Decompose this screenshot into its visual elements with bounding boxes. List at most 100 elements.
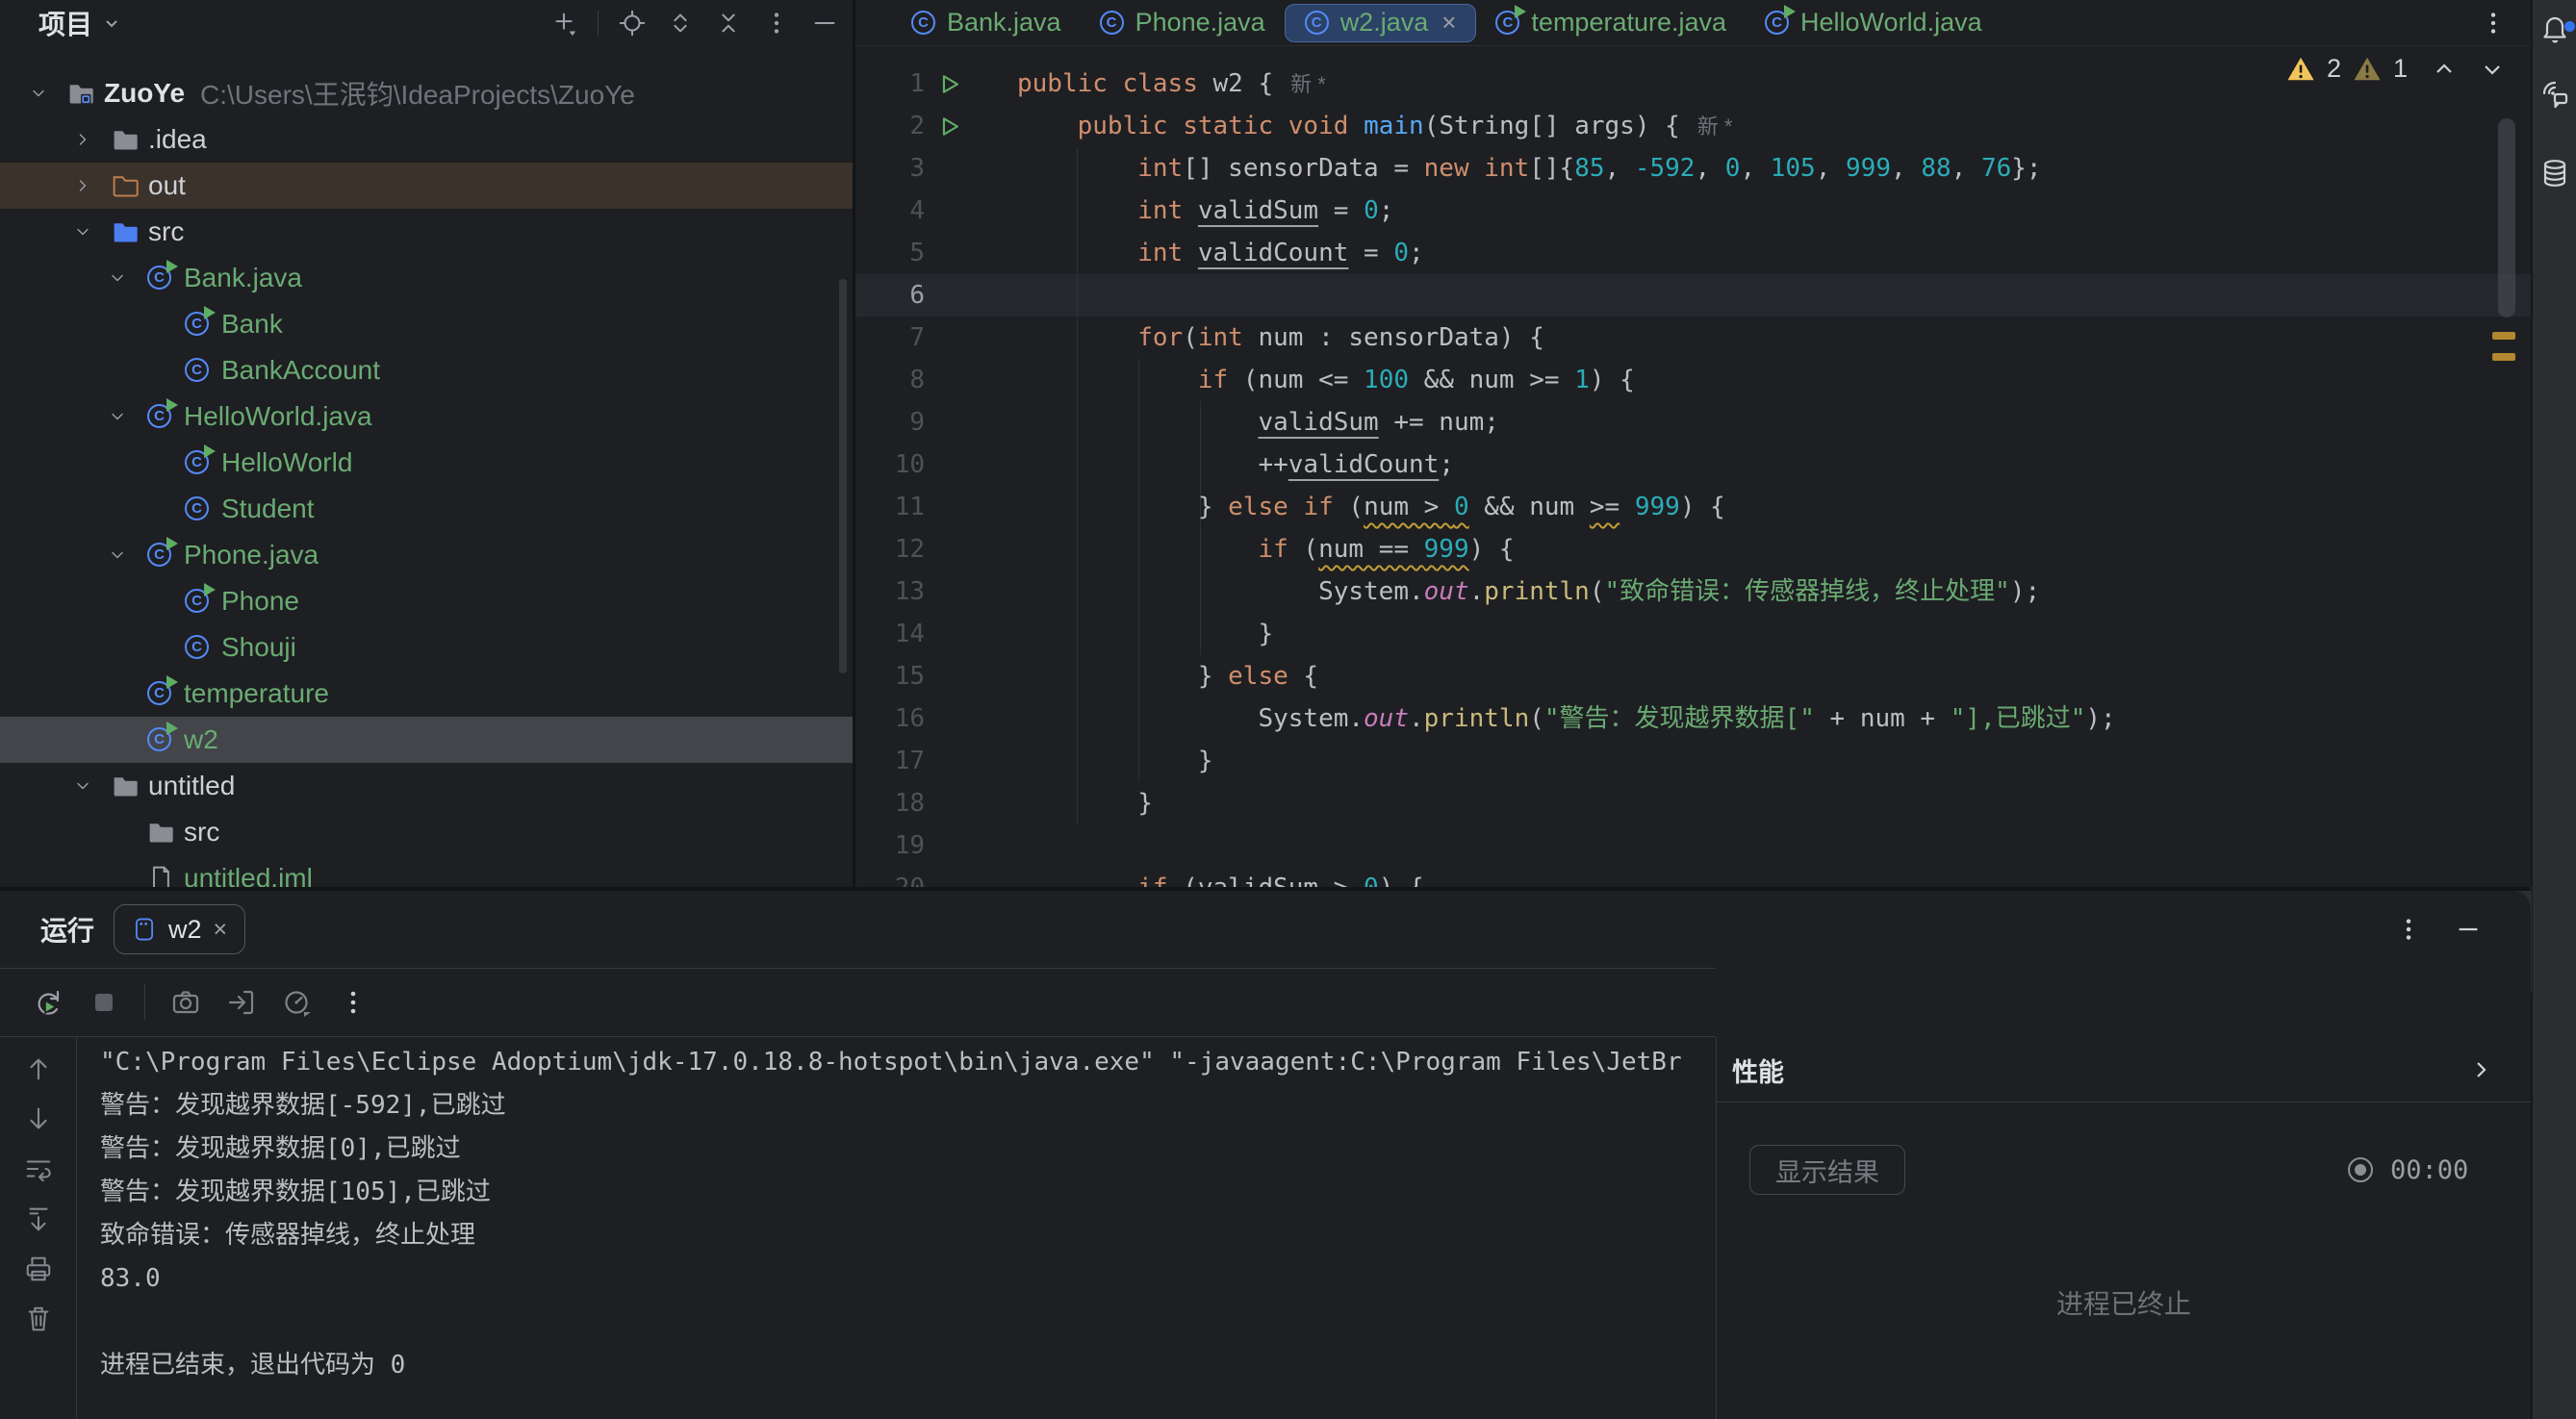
show-results-button[interactable]: 显示结果 — [1749, 1145, 1905, 1195]
previous-problem-icon[interactable] — [2433, 58, 2456, 81]
tree-item-src[interactable]: src — [0, 809, 853, 855]
collapse-all-icon[interactable] — [714, 9, 743, 38]
tree-item-out[interactable]: out — [0, 163, 853, 209]
weak-warning-icon[interactable] — [2353, 55, 2382, 84]
chevron-right-icon[interactable] — [73, 130, 92, 149]
tree-item-HelloWorld[interactable]: CHelloWorld — [0, 440, 853, 486]
code-line-20[interactable]: 20 if (validSum > 0) { — [855, 867, 2531, 887]
rerun-icon[interactable] — [33, 987, 64, 1018]
editor-scrollbar[interactable] — [2498, 118, 2515, 317]
code-line-17[interactable]: 17 } — [855, 740, 2531, 782]
code-line-15[interactable]: 15 } else { — [855, 655, 2531, 697]
run-line-icon[interactable] — [925, 73, 975, 95]
tree-item-temperature[interactable]: Ctemperature — [0, 671, 853, 717]
editor-tab-Bank.java[interactable]: CBank.java — [892, 0, 1081, 46]
code-editor[interactable]: 1public class w2 {新 *2 public static voi… — [855, 46, 2531, 887]
editor-tab-Phone.java[interactable]: CPhone.java — [1081, 0, 1285, 46]
tree-item-w2[interactable]: Cw2 — [0, 717, 853, 763]
scroll-end-icon[interactable] — [24, 1204, 53, 1233]
console-icon — [132, 915, 157, 944]
project-view-selector[interactable]: 项目 — [38, 4, 121, 42]
code-line-6[interactable]: 6 — [855, 274, 2531, 317]
tree-item-src[interactable]: src — [0, 209, 853, 255]
chevron-right-icon[interactable] — [73, 176, 92, 195]
code-line-5[interactable]: 5 int validCount = 0; — [855, 232, 2531, 274]
console-output[interactable]: "C:\Program Files\Eclipse Adoptium\jdk-1… — [100, 1041, 1707, 1419]
code-line-3[interactable]: 3 int[] sensorData = new int[]{85, -592,… — [855, 147, 2531, 190]
database-icon[interactable] — [2539, 158, 2570, 189]
chevron-down-icon[interactable] — [108, 407, 127, 426]
expand-all-icon[interactable] — [666, 9, 695, 38]
ai-icon[interactable] — [2539, 79, 2570, 110]
tree-item-BankAccount[interactable]: CBankAccount — [0, 347, 853, 393]
print-icon[interactable] — [24, 1254, 53, 1283]
arrow-up-icon[interactable] — [24, 1054, 53, 1083]
tree-item-ZuoYe[interactable]: ZuoYeC:\Users\王泯钧\IdeaProjects\ZuoYe — [0, 70, 853, 116]
next-problem-icon[interactable] — [2481, 58, 2504, 81]
close-icon[interactable]: × — [214, 916, 228, 944]
run-tab-w2[interactable]: w2 × — [114, 904, 245, 954]
code-line-13[interactable]: 13 System.out.println("致命错误：传感器掉线，终止处理")… — [855, 570, 2531, 613]
tree-item-.idea[interactable]: .idea — [0, 116, 853, 163]
trash-icon[interactable] — [24, 1305, 53, 1333]
collapse-panel-icon[interactable] — [2469, 1058, 2492, 1081]
inlay-hint[interactable]: 新 * — [1290, 72, 1326, 96]
tab-list-more-icon[interactable] — [2479, 9, 2508, 38]
code-line-9[interactable]: 9 validSum += num; — [855, 401, 2531, 443]
editor-tab-w2.java[interactable]: Cw2.java× — [1285, 4, 1477, 42]
chevron-down-icon[interactable] — [108, 545, 127, 565]
tree-item-untitled.iml[interactable]: untitled.iml — [0, 855, 853, 887]
editor-tab-HelloWorld.java[interactable]: CHelloWorld.java — [1746, 0, 2002, 46]
more-icon[interactable] — [762, 9, 791, 38]
code-line-4[interactable]: 4 int validSum = 0; — [855, 190, 2531, 232]
more-icon[interactable] — [338, 987, 369, 1018]
code-line-16[interactable]: 16 System.out.println("警告：发现越界数据[" + num… — [855, 697, 2531, 740]
code-line-2[interactable]: 2 public static void main(String[] args)… — [855, 105, 2531, 147]
code-line-8[interactable]: 8 if (num <= 100 && num >= 1) { — [855, 359, 2531, 401]
code-line-18[interactable]: 18 } — [855, 782, 2531, 824]
inlay-hint[interactable]: 新 * — [1697, 114, 1733, 139]
hide-panel-icon[interactable] — [2454, 915, 2483, 944]
tree-item-untitled[interactable]: untitled — [0, 763, 853, 809]
soft-wrap-icon[interactable] — [24, 1154, 53, 1183]
code-line-14[interactable]: 14 } — [855, 613, 2531, 655]
plus-icon[interactable] — [549, 9, 578, 38]
line-number: 20 — [855, 867, 925, 887]
error-stripe-warning-mark[interactable] — [2492, 353, 2515, 361]
chevron-down-icon[interactable] — [108, 268, 127, 288]
code-line-10[interactable]: 10 ++validCount; — [855, 443, 2531, 486]
editor-tab-temperature.java[interactable]: Ctemperature.java — [1476, 0, 1746, 46]
chevron-down-icon[interactable] — [73, 776, 92, 796]
stop-icon[interactable] — [89, 987, 119, 1018]
tree-item-Phone[interactable]: CPhone — [0, 578, 853, 624]
tree-item-Phone.java[interactable]: CPhone.java — [0, 532, 853, 578]
tree-item-Shouji[interactable]: CShouji — [0, 624, 853, 671]
code-line-19[interactable]: 19 — [855, 824, 2531, 867]
hide-icon[interactable] — [810, 9, 839, 38]
code-line-12[interactable]: 12 if (num == 999) { — [855, 528, 2531, 570]
more-icon[interactable] — [2394, 915, 2423, 944]
error-stripe-warning-mark[interactable] — [2492, 332, 2515, 340]
run-line-icon[interactable] — [925, 115, 975, 138]
close-tab-icon[interactable]: × — [1441, 8, 1456, 38]
bell-icon[interactable] — [2539, 13, 2570, 44]
tree-item-Student[interactable]: CStudent — [0, 486, 853, 532]
attach-icon[interactable] — [226, 987, 257, 1018]
tree-item-HelloWorld.java[interactable]: CHelloWorld.java — [0, 393, 853, 440]
code-line-7[interactable]: 7 for(int num : sensorData) { — [855, 317, 2531, 359]
locate-icon[interactable] — [618, 9, 647, 38]
code-line-1[interactable]: 1public class w2 {新 * — [855, 63, 2531, 105]
gauge-icon[interactable] — [282, 987, 313, 1018]
code-line-11[interactable]: 11 } else if (num > 0 && num >= 999) { — [855, 486, 2531, 528]
chevron-down-icon[interactable] — [29, 84, 48, 103]
chevron-down-icon[interactable] — [73, 222, 92, 241]
tree-item-Bank[interactable]: CBank — [0, 301, 853, 347]
console-line: 警告：发现越界数据[0],已跳过 — [100, 1128, 1707, 1171]
arrow-down-icon[interactable] — [24, 1104, 53, 1133]
project-tree-scrollbar[interactable] — [839, 279, 847, 673]
weak-warning-count: 1 — [2393, 54, 2408, 84]
camera-icon[interactable] — [170, 987, 201, 1018]
tree-item-Bank.java[interactable]: CBank.java — [0, 255, 853, 301]
run-badge-icon — [166, 722, 178, 735]
warning-icon[interactable] — [2286, 55, 2315, 84]
